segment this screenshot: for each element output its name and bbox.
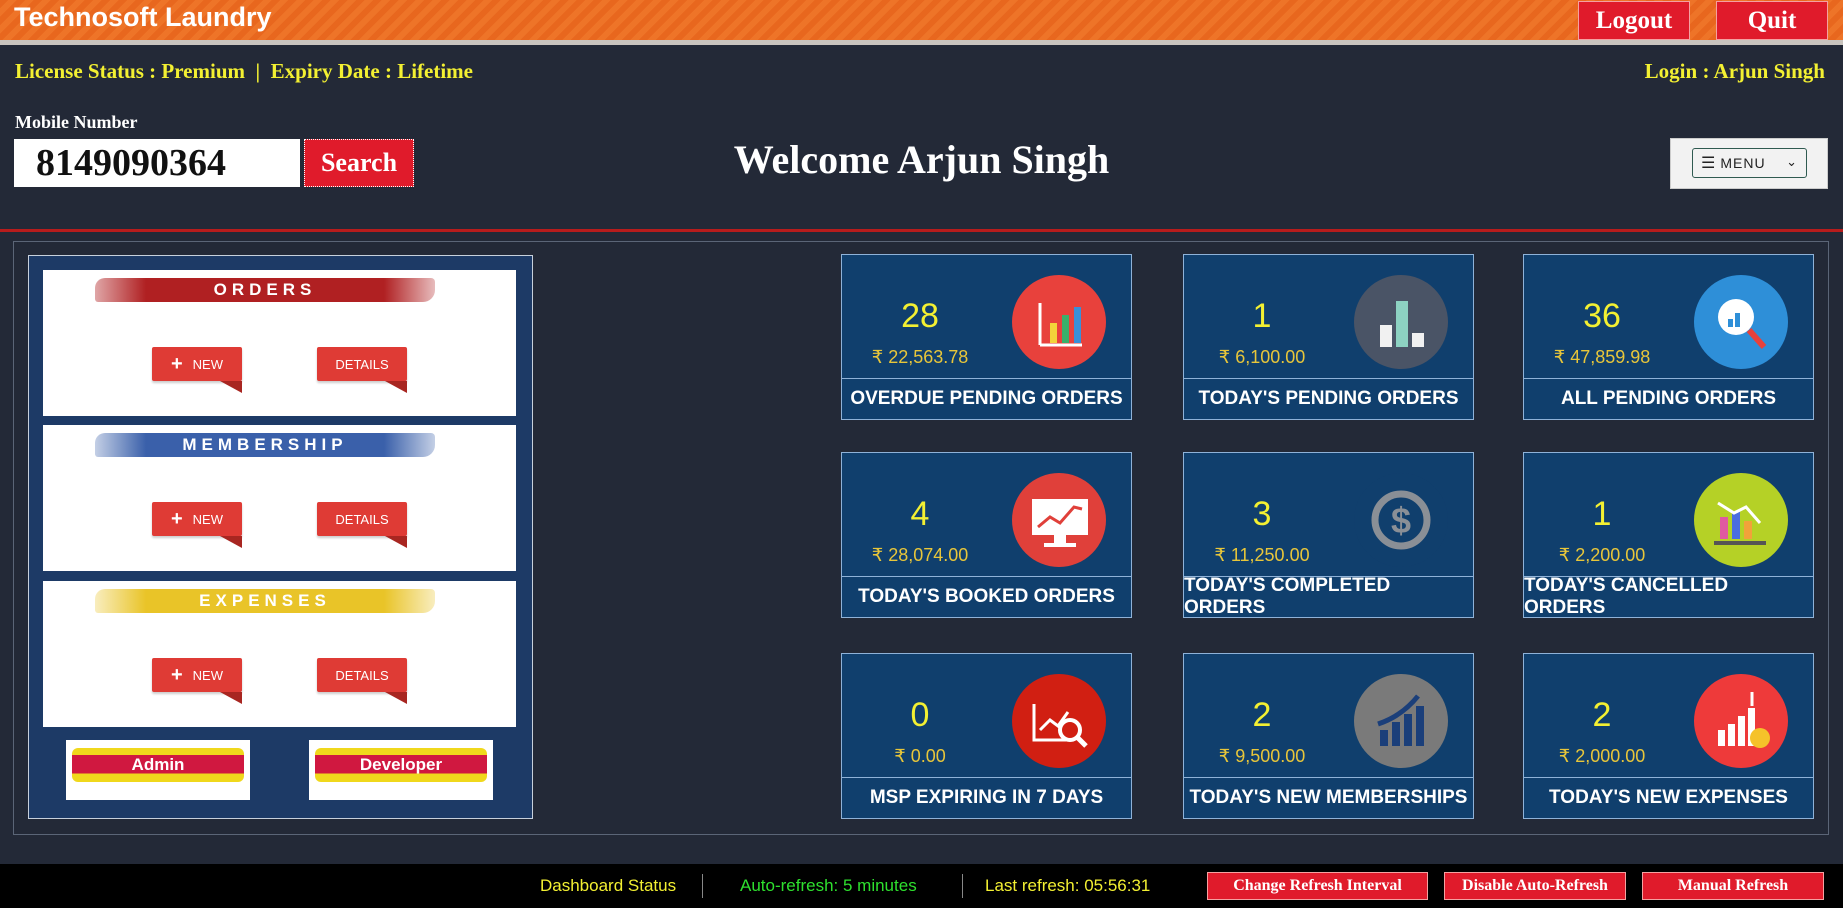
status-bar: Dashboard Status Auto-refresh: 5 minutes… (0, 864, 1843, 908)
bar-chart-icon (1354, 275, 1448, 369)
tile-amount: ₹ 2,200.00 (1558, 545, 1646, 565)
dollar-cycle-icon: $ (1354, 473, 1448, 567)
new-membership-button[interactable]: + NEW (152, 502, 242, 548)
analytics-magnifier-icon (1012, 674, 1106, 768)
expenses-title: EXPENSES (95, 589, 435, 613)
welcome-heading: Welcome Arjun Singh (733, 137, 1110, 182)
search-chart-icon (1694, 275, 1788, 369)
stat-tile[interactable]: 36 ₹ 47,859.98 ALL PENDING ORDERS (1523, 254, 1814, 420)
svg-text:$: $ (1391, 500, 1411, 541)
stat-tile[interactable]: 0 ₹ 0.00 MSP EXPIRING IN 7 DAYS (841, 653, 1132, 819)
plus-icon: + (170, 507, 183, 530)
tile-label: TODAY'S COMPLETED ORDERS (1184, 575, 1473, 618)
new-order-button[interactable]: + NEW (152, 347, 242, 393)
menu-label: MENU (1720, 155, 1766, 171)
tile-label: TODAY'S BOOKED ORDERS (842, 576, 1131, 617)
order-details-button[interactable]: DETAILS (317, 347, 407, 393)
tile-label: TODAY'S NEW EXPENSES (1524, 777, 1813, 818)
expense-details-button[interactable]: DETAILS (317, 658, 407, 704)
license-status: License Status : Premium | Expiry Date :… (15, 59, 473, 83)
tile-label: MSP EXPIRING IN 7 DAYS (842, 777, 1131, 818)
tile-count: 0 (910, 696, 930, 734)
quick-actions-panel: ORDERS + NEW DETAILS MEMBERSHIP + NEW DE… (28, 255, 533, 819)
hamburger-icon: ☰ (1701, 155, 1717, 172)
tile-amount: ₹ 28,074.00 (871, 545, 969, 565)
tile-label: ALL PENDING ORDERS (1524, 378, 1813, 419)
tile-amount: ₹ 2,000.00 (1558, 746, 1646, 766)
admin-button[interactable]: Admin (66, 740, 250, 800)
header-divider (0, 229, 1843, 232)
tile-label: OVERDUE PENDING ORDERS (842, 378, 1131, 419)
tile-label: TODAY'S NEW MEMBERSHIPS (1184, 777, 1473, 818)
auto-refresh-text: Auto-refresh: 5 minutes (740, 876, 917, 895)
new-expense-button[interactable]: + NEW (152, 658, 242, 704)
orders-title: ORDERS (95, 278, 435, 302)
decline-chart-icon (1694, 473, 1788, 567)
chevron-down-icon: ⌄ (1786, 154, 1798, 169)
tile-amount: ₹ 0.00 (894, 746, 946, 766)
app-title: Technosoft Laundry (14, 2, 272, 32)
plus-icon: + (170, 352, 183, 375)
tile-count: 2 (1592, 696, 1612, 734)
manual-refresh-button[interactable]: Manual Refresh (1642, 872, 1824, 900)
title-bar: Technosoft Laundry Logout Quit (0, 0, 1843, 45)
plus-icon: + (170, 663, 183, 686)
status-separator (962, 874, 963, 898)
expense-growth-icon (1694, 674, 1788, 768)
membership-title: MEMBERSHIP (95, 433, 435, 457)
tile-amount: ₹ 9,500.00 (1218, 746, 1306, 766)
orders-section: ORDERS + NEW DETAILS (43, 270, 516, 416)
new-order-label: NEW (192, 356, 224, 372)
stat-tile[interactable]: 28 ₹ 22,563.78 OVERDUE PENDING ORDERS (841, 254, 1132, 420)
logout-button[interactable]: Logout (1578, 1, 1690, 40)
tile-amount: ₹ 47,859.98 (1553, 347, 1651, 367)
mobile-number-label: Mobile Number (15, 112, 138, 132)
tile-count: 3 (1252, 495, 1272, 533)
tile-label: TODAY'S PENDING ORDERS (1184, 378, 1473, 419)
tile-label: TODAY'S CANCELLED ORDERS (1524, 575, 1813, 618)
menu-container: ☰ MENU ⌄ (1670, 138, 1828, 189)
tile-count: 28 (901, 297, 939, 335)
new-expense-label: NEW (192, 667, 224, 683)
rising-bars-icon (1354, 674, 1448, 768)
tile-count: 2 (1252, 696, 1272, 734)
monitor-chart-icon (1012, 473, 1106, 567)
tile-count: 36 (1583, 297, 1621, 335)
quit-button[interactable]: Quit (1716, 1, 1828, 40)
stat-tile[interactable]: 4 ₹ 28,074.00 TODAY'S BOOKED ORDERS (841, 452, 1132, 618)
tile-amount: ₹ 22,563.78 (871, 347, 969, 367)
change-refresh-interval-button[interactable]: Change Refresh Interval (1207, 872, 1428, 900)
stat-tile[interactable]: 1 ₹ 6,100.00 TODAY'S PENDING ORDERS (1183, 254, 1474, 420)
disable-auto-refresh-button[interactable]: Disable Auto-Refresh (1444, 872, 1626, 900)
login-user: Login : Arjun Singh (1644, 59, 1825, 83)
status-separator (702, 874, 703, 898)
tile-amount: ₹ 11,250.00 (1214, 545, 1310, 565)
dashboard-status-text: Dashboard Status (540, 876, 677, 895)
stat-tile[interactable]: 1 ₹ 2,200.00 TODAY'S CANCELLED ORDERS (1523, 452, 1814, 618)
stat-tile[interactable]: 3 ₹ 11,250.00 $ TODAY'S COMPLETED ORDERS (1183, 452, 1474, 618)
admin-label: Admin (72, 748, 244, 782)
growth-chart-icon (1012, 275, 1106, 369)
developer-button[interactable]: Developer (309, 740, 493, 800)
membership-section: MEMBERSHIP + NEW DETAILS (43, 425, 516, 571)
tile-count: 4 (910, 495, 930, 533)
last-refresh-text: Last refresh: 05:56:31 (985, 876, 1151, 895)
expenses-section: EXPENSES + NEW DETAILS (43, 581, 516, 727)
tile-amount: ₹ 6,100.00 (1218, 347, 1306, 367)
tile-count: 1 (1592, 495, 1612, 533)
menu-dropdown-button[interactable]: ☰ MENU ⌄ (1692, 148, 1807, 178)
new-membership-label: NEW (192, 511, 224, 527)
membership-details-button[interactable]: DETAILS (317, 502, 407, 548)
developer-label: Developer (315, 748, 487, 782)
stat-tile[interactable]: 2 ₹ 9,500.00 TODAY'S NEW MEMBERSHIPS (1183, 653, 1474, 819)
tile-count: 1 (1252, 297, 1272, 335)
stat-tile[interactable]: 2 ₹ 2,000.00 TODAY'S NEW EXPENSES (1523, 653, 1814, 819)
